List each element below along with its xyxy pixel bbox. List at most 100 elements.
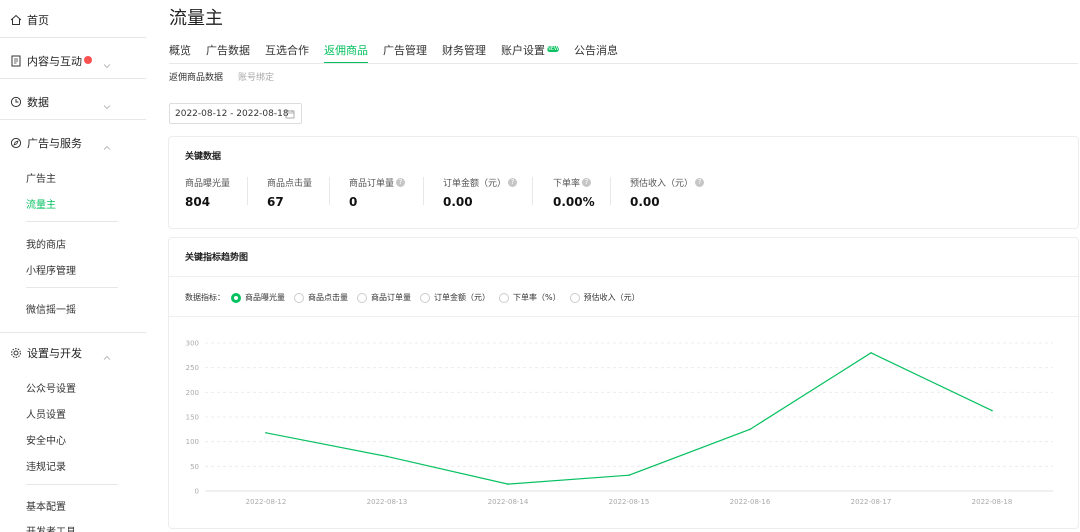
data-point bbox=[749, 428, 751, 431]
new-badge: NEW bbox=[547, 46, 559, 52]
x-tick-label: 2022-08-12 bbox=[246, 498, 287, 506]
metric-clicks: 商品点击量 67 bbox=[267, 176, 312, 209]
sidebar-item-account-settings[interactable]: 公众号设置 bbox=[26, 380, 76, 395]
tab-commission-goods[interactable]: 返佣商品 bbox=[324, 42, 368, 64]
data-point bbox=[386, 455, 388, 458]
sidebar-item-advertiser[interactable]: 广告主 bbox=[26, 170, 56, 185]
metric-est-income: 预估收入（元）? 0.00 bbox=[630, 176, 705, 209]
metric-value: 67 bbox=[267, 195, 284, 209]
metric-label-text: 商品订单量 bbox=[349, 179, 395, 189]
metric-divider bbox=[247, 177, 248, 205]
page-title: 流量主 bbox=[169, 8, 223, 29]
sidebar-divider bbox=[0, 119, 146, 120]
data-point bbox=[507, 483, 509, 485]
nav-data[interactable]: 数据 bbox=[10, 92, 49, 112]
sidebar-divider bbox=[0, 37, 146, 38]
nav-content-label: 内容与互动 bbox=[27, 55, 82, 68]
x-tick-label: 2022-08-14 bbox=[488, 498, 529, 506]
sidebar-item-my-shop[interactable]: 我的商店 bbox=[26, 236, 66, 251]
sidebar-item-members[interactable]: 人员设置 bbox=[26, 406, 66, 421]
data-point bbox=[628, 474, 630, 477]
data-point bbox=[870, 352, 872, 354]
metric-label-text: 下单率 bbox=[553, 179, 581, 189]
sidebar: 首页 内容与互动 数据 广告与服务 广告主 流量主 我的商店 小程序管理 微信摇… bbox=[0, 0, 146, 532]
series-line bbox=[265, 352, 993, 485]
y-tick-label: 50 bbox=[190, 463, 199, 471]
tab-account-settings[interactable]: 账户设置 NEW bbox=[501, 42, 559, 64]
help-icon[interactable]: ? bbox=[508, 178, 518, 187]
nav-ads[interactable]: 广告与服务 bbox=[10, 133, 82, 153]
sidebar-item-basic-config[interactable]: 基本配置 bbox=[26, 498, 66, 513]
nav-home[interactable]: 首页 bbox=[10, 10, 49, 30]
sidebar-divider bbox=[0, 332, 146, 333]
x-tick-label: 2022-08-13 bbox=[367, 498, 408, 506]
metric-label: 商品点击量 bbox=[267, 179, 313, 189]
nav-settings-label: 设置与开发 bbox=[27, 347, 82, 360]
metric-label: 订单金额（元）? bbox=[443, 176, 518, 189]
metric-label: 商品曝光量 bbox=[185, 179, 231, 189]
metric-value: 0.00% bbox=[553, 195, 595, 209]
nav-home-label: 首页 bbox=[27, 14, 49, 27]
x-tick-label: 2022-08-18 bbox=[972, 498, 1013, 506]
nav-settings[interactable]: 设置与开发 bbox=[10, 343, 82, 363]
chevron-up-icon[interactable] bbox=[102, 348, 112, 360]
metric-label: 商品订单量? bbox=[349, 176, 406, 189]
sidebar-item-security[interactable]: 安全中心 bbox=[26, 432, 66, 447]
compass-icon bbox=[10, 137, 22, 149]
subtab-commission-data[interactable]: 返佣商品数据 bbox=[169, 70, 223, 83]
sidebar-divider bbox=[26, 287, 118, 288]
chevron-down-icon[interactable] bbox=[102, 97, 112, 110]
nav-data-label: 数据 bbox=[27, 96, 49, 109]
tab-announcements[interactable]: 公告消息 bbox=[574, 42, 618, 64]
help-icon[interactable]: ? bbox=[695, 178, 705, 187]
key-data-card: 关键数据 商品曝光量 804 商品点击量 67 商品订单量? 0 订单金额（元）… bbox=[169, 137, 1078, 228]
y-tick-label: 0 bbox=[195, 488, 199, 496]
sidebar-item-miniprogram[interactable]: 小程序管理 bbox=[26, 262, 76, 277]
metric-order-rate: 下单率? 0.00% bbox=[553, 176, 595, 209]
metric-orders: 商品订单量? 0 bbox=[349, 176, 406, 209]
chevron-down-icon[interactable] bbox=[102, 56, 112, 69]
tab-mutual-select[interactable]: 互选合作 bbox=[265, 42, 309, 64]
metric-value: 0 bbox=[349, 195, 358, 209]
notification-dot bbox=[84, 56, 92, 64]
metric-label: 预估收入（元）? bbox=[630, 176, 705, 189]
date-range-picker[interactable]: 2022-08-12 - 2022-08-18 bbox=[169, 103, 302, 124]
help-icon[interactable]: ? bbox=[396, 178, 406, 187]
sidebar-divider bbox=[26, 484, 118, 485]
tab-ad-management[interactable]: 广告管理 bbox=[383, 42, 427, 64]
metric-value: 0.00 bbox=[443, 195, 473, 209]
metric-exposure: 商品曝光量 804 bbox=[185, 176, 230, 209]
tab-overview[interactable]: 概览 bbox=[169, 42, 191, 64]
metric-value: 0.00 bbox=[630, 195, 660, 209]
metric-divider bbox=[532, 177, 533, 205]
home-icon bbox=[10, 14, 22, 26]
trend-card: 关键指标趋势图 数据指标： 商品曝光量 商品点击量 商品订单量 订单金额（元） … bbox=[169, 238, 1078, 528]
nav-ads-label: 广告与服务 bbox=[27, 137, 82, 150]
metric-label-text: 订单金额（元） bbox=[443, 179, 507, 189]
y-tick-label: 100 bbox=[186, 438, 199, 446]
metric-label: 下单率? bbox=[553, 176, 595, 189]
help-icon[interactable]: ? bbox=[582, 178, 592, 187]
tab-ad-data[interactable]: 广告数据 bbox=[206, 42, 250, 64]
y-tick-label: 250 bbox=[186, 364, 199, 372]
sidebar-item-shake[interactable]: 微信摇一摇 bbox=[26, 301, 76, 316]
metric-divider bbox=[329, 177, 330, 205]
sidebar-item-publisher[interactable]: 流量主 bbox=[26, 196, 56, 211]
sidebar-item-dev-tools[interactable]: 开发者工具 bbox=[26, 523, 76, 532]
sidebar-divider bbox=[0, 78, 146, 79]
document-icon bbox=[10, 55, 22, 67]
sub-tabs: 返佣商品数据 账号绑定 bbox=[169, 70, 289, 83]
date-range-value: 2022-08-12 - 2022-08-18 bbox=[175, 108, 289, 119]
x-tick-label: 2022-08-15 bbox=[609, 498, 650, 506]
y-tick-label: 150 bbox=[186, 414, 199, 422]
metric-value: 804 bbox=[185, 195, 211, 209]
subtab-account-binding[interactable]: 账号绑定 bbox=[238, 70, 274, 83]
chevron-up-icon[interactable] bbox=[102, 138, 112, 150]
x-tick-label: 2022-08-16 bbox=[730, 498, 771, 506]
nav-content[interactable]: 内容与互动 bbox=[10, 51, 92, 71]
metric-order-amount: 订单金额（元）? 0.00 bbox=[443, 176, 518, 209]
tab-finance[interactable]: 财务管理 bbox=[442, 42, 486, 64]
key-data-title: 关键数据 bbox=[185, 152, 222, 162]
sidebar-item-violations[interactable]: 违规记录 bbox=[26, 458, 66, 473]
gear-icon bbox=[10, 347, 22, 359]
